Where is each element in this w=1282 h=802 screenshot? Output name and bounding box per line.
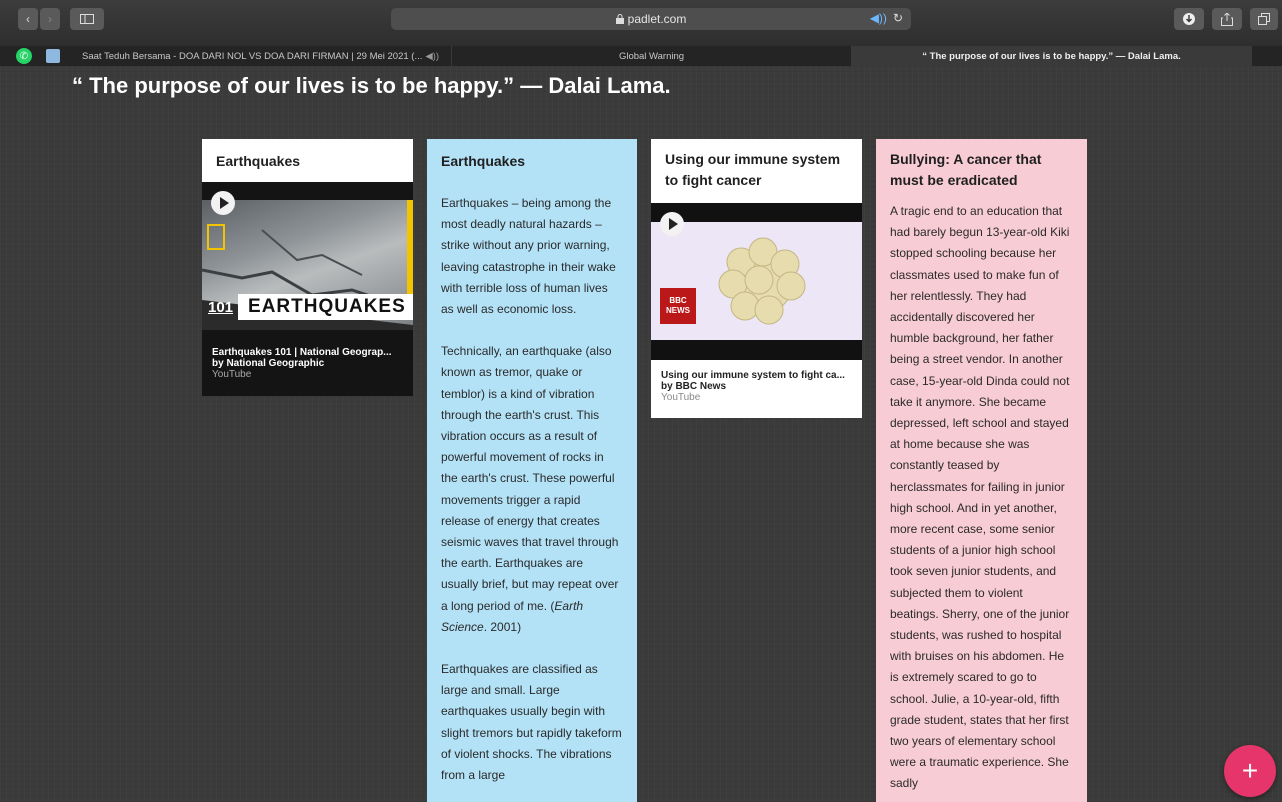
tab-bar: ✆ Saat Teduh Bersama - DOA DARI NOL VS D… [0, 46, 1282, 66]
add-post-button[interactable]: + [1224, 745, 1276, 797]
video-author: by National Geographic [212, 358, 325, 369]
thumbnail-image: BBC NEWS [651, 222, 862, 340]
video-attachment[interactable]: BBC NEWS Using our immune system to figh… [651, 203, 862, 418]
paragraph: Earthquakes – being among the most deadl… [441, 196, 616, 317]
tab-audio-icon: ◀)) [425, 50, 440, 62]
thumbnail-title-bar: 101 EARTHQUAKES [208, 294, 413, 320]
play-icon[interactable] [211, 191, 235, 215]
post-earthquakes-video[interactable]: Earthquakes 101 EARTHQUAKES Earthquakes … [202, 139, 413, 396]
post-body: Earthquakes – being among the most deadl… [441, 193, 623, 786]
tabs-icon [1258, 13, 1270, 25]
post-body: A tragic end to an education that had ba… [890, 204, 1070, 791]
video-info: Using our immune system to fight ca... b… [661, 370, 845, 403]
downloads-button[interactable] [1174, 8, 1204, 30]
sidebar-icon [80, 14, 94, 24]
post-title: Using our immune system to fight cancer [665, 151, 841, 188]
video-title: Earthquakes 101 | National Geograp... [212, 347, 392, 358]
post-title: Earthquakes [441, 153, 526, 169]
share-button[interactable] [1212, 8, 1242, 30]
post-title: Bullying: A cancer that must be eradicat… [890, 151, 1042, 188]
page-title: “ The purpose of our lives is to be happ… [72, 73, 671, 98]
video-source: YouTube [212, 369, 252, 380]
audio-icon[interactable]: ◀)) [870, 11, 887, 25]
post-immune-system-video[interactable]: Using our immune system to fight cancer … [651, 139, 862, 418]
video-attachment[interactable]: 101 EARTHQUAKES Earthquakes 101 | Nation… [202, 182, 413, 396]
video-title: Using our immune system to fight ca... [661, 370, 845, 381]
address-bar[interactable]: padlet.com ◀)) ↻ [391, 8, 911, 30]
download-icon [1183, 13, 1195, 25]
video-source: YouTube [661, 392, 701, 403]
video-info: Earthquakes 101 | National Geograp... by… [212, 347, 392, 380]
bookmark-favicon-icon[interactable] [46, 49, 60, 63]
play-icon[interactable] [660, 212, 684, 236]
thumbnail-label: EARTHQUAKES [238, 294, 413, 320]
post-bullying[interactable]: Bullying: A cancer that must be eradicat… [876, 139, 1087, 802]
lock-icon [615, 14, 624, 24]
forward-button[interactable]: › [40, 8, 60, 30]
paragraph: Technically, an earthquake (also known a… [441, 344, 619, 634]
browser-toolbar: ‹ › padlet.com ◀)) ↻ [0, 0, 1282, 46]
url-text: padlet.com [627, 12, 687, 26]
tab-dalai-lama[interactable]: “ The purpose of our lives is to be happ… [852, 46, 1252, 66]
plus-icon: + [1241, 755, 1259, 786]
sidebar-toggle-button[interactable] [70, 8, 104, 30]
reload-icon[interactable]: ↻ [893, 11, 903, 25]
tabs-overview-button[interactable] [1250, 8, 1278, 30]
tab-global-warning[interactable]: Global Warning [452, 46, 852, 66]
post-title: Earthquakes [216, 153, 301, 169]
post-earthquakes-text[interactable]: Earthquakes Earthquakes – being among th… [427, 139, 637, 802]
padlet-wall [0, 66, 1282, 802]
bbc-news-logo: BBC NEWS [660, 288, 696, 324]
whatsapp-icon[interactable]: ✆ [16, 48, 32, 64]
share-icon [1221, 12, 1233, 26]
paragraph: Earthquakes are classified as large and … [441, 662, 622, 783]
video-thumbnail: BBC NEWS [651, 203, 862, 360]
tab-saat-teduh[interactable]: Saat Teduh Bersama - DOA DARI NOL VS DOA… [60, 46, 452, 66]
video-author: by BBC News [661, 381, 727, 392]
back-button[interactable]: ‹ [18, 8, 38, 30]
thumbnail-badge: 101 [208, 298, 234, 316]
